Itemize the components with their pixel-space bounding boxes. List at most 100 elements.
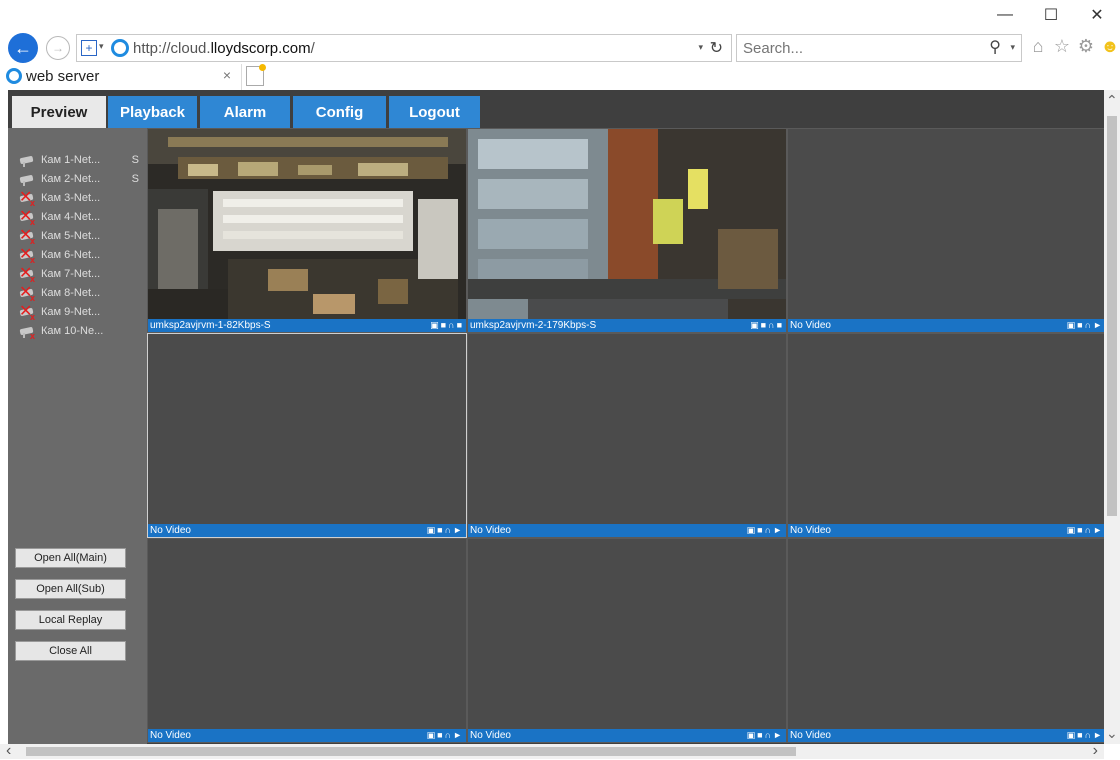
- record-icon[interactable]: ■: [761, 320, 766, 331]
- snapshot-icon[interactable]: ▣: [427, 730, 436, 741]
- snapshot-icon[interactable]: ▣: [427, 525, 436, 536]
- audio-icon[interactable]: ∩: [765, 525, 771, 536]
- scroll-left-icon[interactable]: ‹: [6, 742, 11, 760]
- tab-logout[interactable]: Logout: [389, 96, 480, 128]
- snapshot-icon[interactable]: ▣: [747, 730, 756, 741]
- camera-list-item[interactable]: ✕ x Кам 9-Net...: [18, 304, 142, 323]
- stop-icon[interactable]: ■: [457, 320, 462, 331]
- search-icon[interactable]: ⚲: [989, 37, 1001, 57]
- stop-icon[interactable]: ■: [777, 320, 782, 331]
- url-dropdown-icon[interactable]: ▾: [698, 42, 703, 53]
- play-icon[interactable]: ►: [773, 525, 782, 536]
- open-all-sub-button[interactable]: Open All(Sub): [15, 579, 126, 599]
- video-area[interactable]: [788, 539, 1106, 730]
- gear-icon[interactable]: ⚙: [1076, 36, 1096, 56]
- camera-list-item[interactable]: Кам 1-Net... S: [18, 152, 142, 171]
- maximize-button[interactable]: ☐: [1028, 0, 1074, 30]
- forward-arrow-icon[interactable]: →: [46, 36, 70, 60]
- video-cell[interactable]: No Video ▣ ■ ∩ ►: [467, 538, 787, 743]
- vertical-scroll-thumb[interactable]: [1107, 116, 1117, 516]
- snapshot-icon[interactable]: ▣: [1067, 525, 1076, 536]
- camera-list-item[interactable]: ✕ x Кам 8-Net...: [18, 285, 142, 304]
- camera-list-item[interactable]: ✕ x Кам 6-Net...: [18, 247, 142, 266]
- tab-web-server[interactable]: web server ×: [2, 64, 242, 90]
- camera-list-item[interactable]: Кам 2-Net... S: [18, 171, 142, 190]
- compatibility-view-icon[interactable]: +: [81, 40, 97, 56]
- audio-icon[interactable]: ∩: [768, 320, 774, 331]
- snapshot-icon[interactable]: ▣: [1067, 320, 1076, 331]
- play-icon[interactable]: ►: [1093, 730, 1102, 741]
- new-tab-icon[interactable]: [246, 64, 266, 86]
- camera-list-item[interactable]: ✕ x Кам 4-Net...: [18, 209, 142, 228]
- play-icon[interactable]: ►: [773, 730, 782, 741]
- refresh-icon[interactable]: ↻: [710, 38, 723, 58]
- url-text[interactable]: http://cloud.lloydscorp.com/: [133, 40, 315, 57]
- audio-icon[interactable]: ∩: [1085, 320, 1091, 331]
- audio-icon[interactable]: ∩: [445, 525, 451, 536]
- tab-alarm[interactable]: Alarm: [200, 96, 290, 128]
- snapshot-icon[interactable]: ▣: [430, 320, 439, 331]
- video-area[interactable]: [788, 334, 1106, 525]
- local-replay-button[interactable]: Local Replay: [15, 610, 126, 630]
- video-cell[interactable]: umksp2avjrvm-1-82Kbps-S ▣ ■ ∩ ■: [147, 128, 467, 333]
- open-all-main-button[interactable]: Open All(Main): [15, 548, 126, 568]
- horizontal-scrollbar[interactable]: ‹ ›: [0, 742, 1104, 760]
- chevron-down-icon[interactable]: ▾: [99, 41, 104, 52]
- video-cell[interactable]: umksp2avjrvm-2-179Kbps-S ▣ ■ ∩ ■: [467, 128, 787, 333]
- record-icon[interactable]: ■: [757, 525, 762, 536]
- address-bar[interactable]: + ▾ http://cloud.lloydscorp.com/ ▾ ↻: [76, 34, 732, 62]
- record-icon[interactable]: ■: [1077, 730, 1082, 741]
- video-area[interactable]: [788, 129, 1106, 320]
- play-icon[interactable]: ►: [453, 525, 462, 536]
- smiley-feedback-icon[interactable]: ☻: [1100, 36, 1120, 56]
- search-box[interactable]: ⚲ ▾: [736, 34, 1022, 62]
- audio-icon[interactable]: ∩: [1085, 525, 1091, 536]
- record-icon[interactable]: ■: [437, 730, 442, 741]
- vertical-scrollbar[interactable]: ⌃ ⌄: [1104, 90, 1120, 744]
- video-cell[interactable]: No Video ▣ ■ ∩ ►: [787, 333, 1107, 538]
- close-all-button[interactable]: Close All: [15, 641, 126, 661]
- video-area[interactable]: [148, 539, 466, 730]
- tab-config[interactable]: Config: [293, 96, 386, 128]
- tab-close-icon[interactable]: ×: [223, 67, 231, 83]
- record-icon[interactable]: ■: [1077, 320, 1082, 331]
- tab-preview[interactable]: Preview: [12, 96, 106, 128]
- video-area[interactable]: [468, 129, 786, 320]
- search-input[interactable]: [743, 38, 963, 58]
- audio-icon[interactable]: ∩: [448, 320, 454, 331]
- play-icon[interactable]: ►: [453, 730, 462, 741]
- video-area[interactable]: [468, 334, 786, 525]
- record-icon[interactable]: ■: [441, 320, 446, 331]
- camera-list-item[interactable]: ✕ x Кам 7-Net...: [18, 266, 142, 285]
- scroll-down-icon[interactable]: ⌄: [1106, 725, 1118, 742]
- search-dropdown-icon[interactable]: ▾: [1010, 42, 1015, 53]
- video-cell[interactable]: No Video ▣ ■ ∩ ►: [787, 128, 1107, 333]
- camera-list-item[interactable]: ✕ x Кам 5-Net...: [18, 228, 142, 247]
- close-window-button[interactable]: ✕: [1074, 0, 1120, 30]
- home-icon[interactable]: ⌂: [1028, 36, 1048, 56]
- camera-list-item[interactable]: ✕ x Кам 3-Net...: [18, 190, 142, 209]
- video-area[interactable]: [468, 539, 786, 730]
- audio-icon[interactable]: ∩: [445, 730, 451, 741]
- play-icon[interactable]: ►: [1093, 525, 1102, 536]
- scroll-up-icon[interactable]: ⌃: [1106, 92, 1118, 109]
- audio-icon[interactable]: ∩: [1085, 730, 1091, 741]
- video-cell[interactable]: No Video ▣ ■ ∩ ►: [787, 538, 1107, 743]
- video-cell[interactable]: No Video ▣ ■ ∩ ►: [467, 333, 787, 538]
- video-area[interactable]: [148, 129, 466, 320]
- snapshot-icon[interactable]: ▣: [1067, 730, 1076, 741]
- video-cell[interactable]: No Video ▣ ■ ∩ ►: [147, 333, 467, 538]
- camera-list-item[interactable]: x Кам 10-Ne...: [18, 323, 142, 342]
- scroll-right-icon[interactable]: ›: [1093, 742, 1098, 760]
- play-icon[interactable]: ►: [1093, 320, 1102, 331]
- video-area[interactable]: [148, 334, 466, 525]
- horizontal-scroll-thumb[interactable]: [26, 747, 796, 756]
- audio-icon[interactable]: ∩: [765, 730, 771, 741]
- record-icon[interactable]: ■: [757, 730, 762, 741]
- back-arrow-icon[interactable]: ←: [8, 33, 38, 63]
- favorites-star-icon[interactable]: ☆: [1052, 36, 1072, 56]
- record-icon[interactable]: ■: [1077, 525, 1082, 536]
- video-cell[interactable]: No Video ▣ ■ ∩ ►: [147, 538, 467, 743]
- minimize-button[interactable]: —: [982, 0, 1028, 30]
- record-icon[interactable]: ■: [437, 525, 442, 536]
